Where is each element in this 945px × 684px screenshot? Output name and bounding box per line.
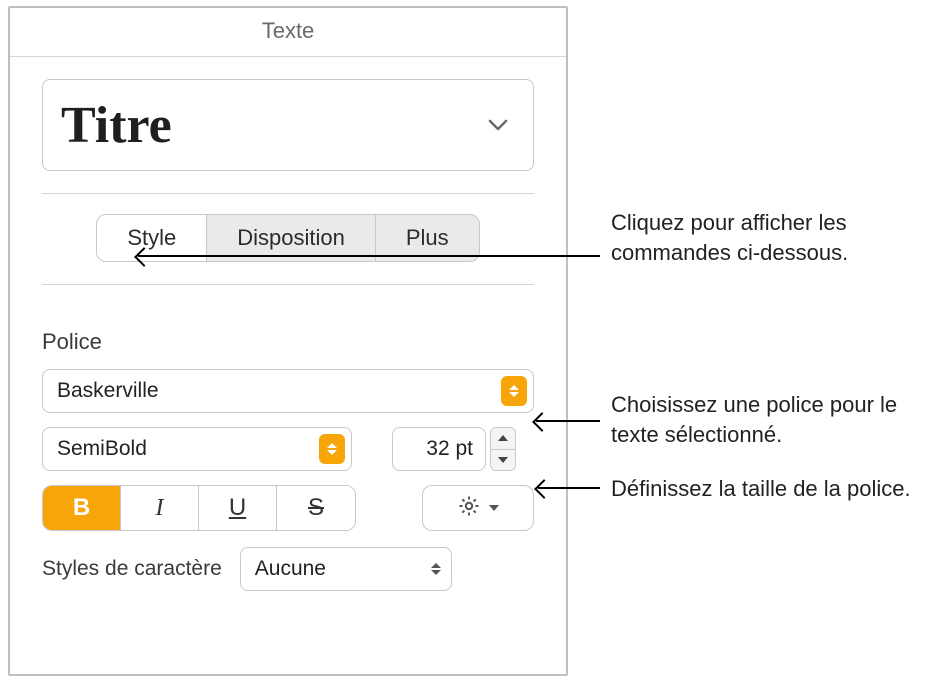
format-sidebar: Texte Titre Style Disposition Plus Polic…: [8, 6, 568, 676]
stepper-up[interactable]: [491, 428, 515, 450]
gear-icon: [457, 494, 481, 523]
callout-leader: [536, 420, 600, 422]
paragraph-style-popup[interactable]: Titre: [42, 79, 534, 171]
callout-tabs: Cliquez pour afficher les commandes ci-d…: [611, 208, 945, 267]
popup-knob-icon: [319, 434, 345, 464]
stepper-down[interactable]: [491, 450, 515, 471]
font-size-control: 32 pt: [392, 427, 516, 471]
font-size-value: 32 pt: [426, 437, 473, 461]
popup-arrows-icon: [431, 563, 441, 575]
chevron-down-icon: [489, 505, 499, 511]
underline-button[interactable]: U: [199, 486, 277, 530]
callout-size: Définissez la taille de la police.: [611, 474, 911, 504]
font-weight-value: SemiBold: [57, 437, 147, 461]
advanced-options-button[interactable]: [422, 485, 534, 531]
italic-button[interactable]: I: [121, 486, 199, 530]
character-styles-label: Styles de caractère: [42, 557, 222, 581]
paragraph-style-name: Titre: [61, 96, 172, 155]
callout-leader: [538, 487, 600, 489]
bold-button[interactable]: B: [43, 486, 121, 530]
font-size-stepper: [490, 427, 516, 471]
font-section-label: Police: [10, 329, 566, 355]
font-size-field[interactable]: 32 pt: [392, 427, 486, 471]
popup-knob-icon: [501, 376, 527, 406]
font-family-popup[interactable]: Baskerville: [42, 369, 534, 413]
panel-title: Texte: [10, 8, 566, 57]
strikethrough-button[interactable]: S: [277, 486, 355, 530]
font-family-value: Baskerville: [57, 379, 159, 403]
character-styles-value: Aucune: [255, 557, 326, 581]
text-style-group: B I U S: [42, 485, 356, 531]
font-weight-popup[interactable]: SemiBold: [42, 427, 352, 471]
chevron-down-icon[interactable]: [481, 108, 515, 142]
callout-leader: [138, 255, 600, 257]
character-styles-popup[interactable]: Aucune: [240, 547, 452, 591]
callout-font: Choisissez une police pour le texte séle…: [611, 390, 945, 449]
